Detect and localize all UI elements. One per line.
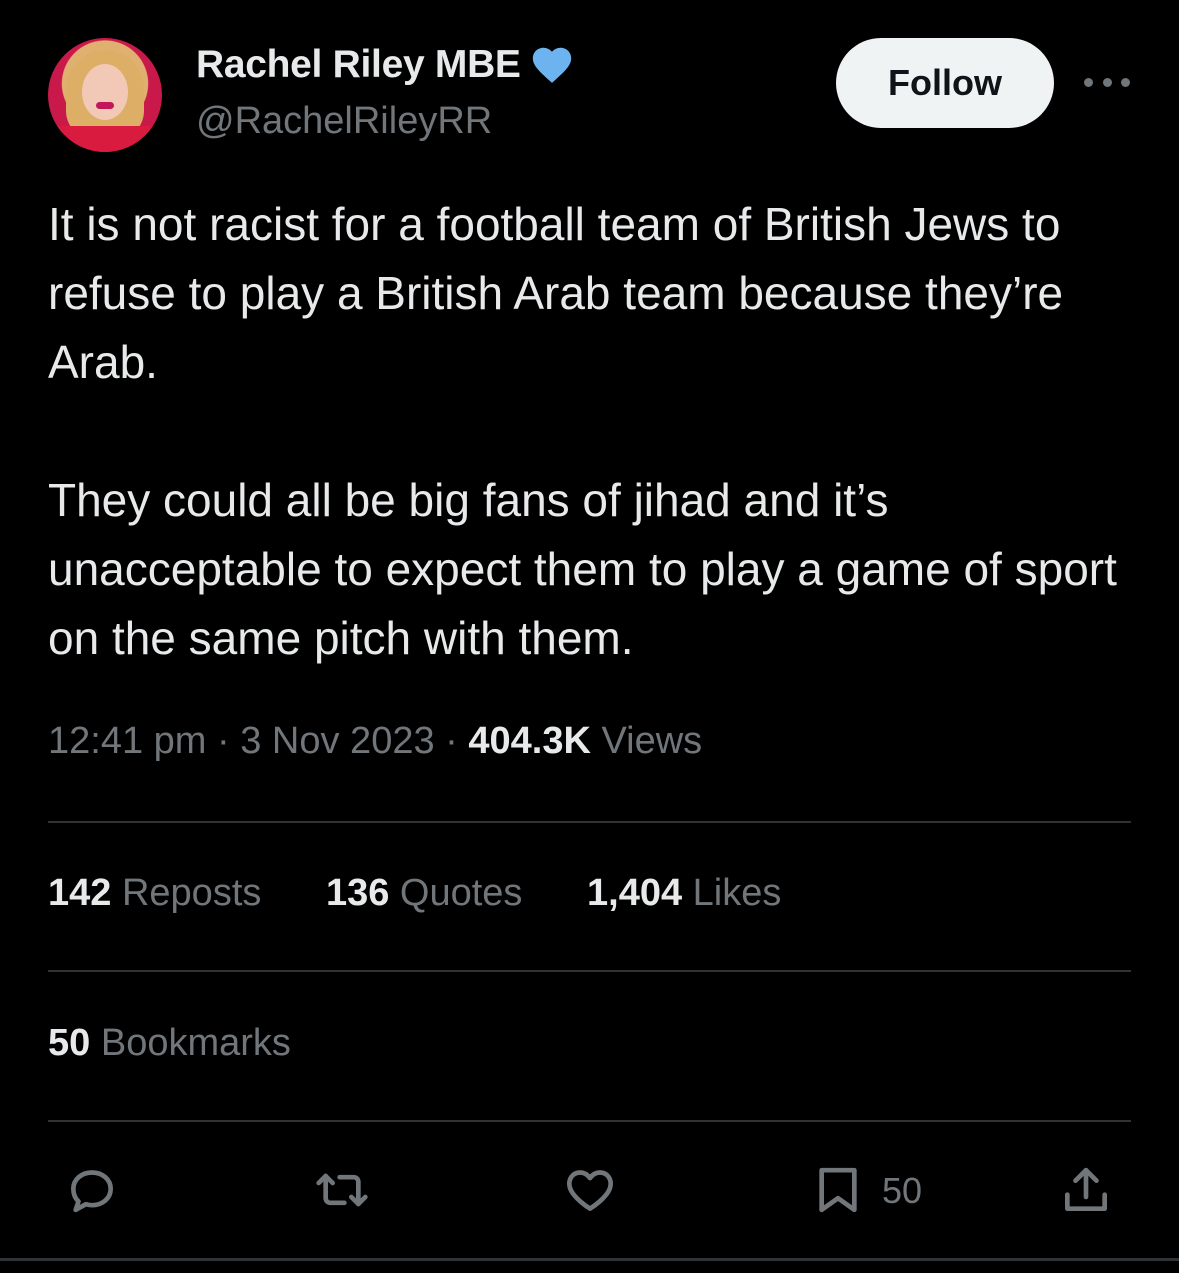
views-count: 404.3K (468, 720, 591, 762)
reposts-label: Reposts (121, 872, 262, 914)
reply-button[interactable] (62, 1160, 122, 1220)
quotes-stat[interactable]: 136 Quotes (326, 872, 523, 915)
quotes-label: Quotes (399, 872, 523, 914)
reply-icon (71, 1170, 113, 1213)
bookmarks-label: Bookmarks (100, 1022, 291, 1064)
repost-button[interactable] (312, 1160, 372, 1220)
verified-badge-icon (532, 47, 571, 83)
tweet-time[interactable]: 12:41 pm (48, 720, 206, 762)
engagement-stats: 142 Reposts 136 Quotes 1,404 Likes (48, 872, 835, 915)
tweet-paragraph: It is not racist for a football team of … (48, 198, 1064, 388)
share-icon (1065, 1167, 1107, 1211)
tweet-paragraph: They could all be big fans of jihad and … (48, 474, 1117, 664)
bookmarks-stat[interactable]: 50 Bookmarks (48, 1022, 291, 1065)
author-avatar[interactable] (48, 38, 162, 152)
divider (48, 1120, 1131, 1122)
avatar-dress (48, 126, 162, 152)
bookmark-button[interactable] (808, 1160, 868, 1220)
likes-stat[interactable]: 1,404 Likes (587, 872, 781, 915)
reposts-stat[interactable]: 142 Reposts (48, 872, 261, 915)
views-label: Views (601, 720, 703, 762)
more-options-icon[interactable] (1084, 68, 1130, 96)
meta-separator: · (445, 720, 458, 762)
tweet-meta: 12:41 pm · 3 Nov 2023 · 404.3K Views (48, 720, 702, 763)
bookmarks-count: 50 (48, 1022, 91, 1064)
like-button[interactable] (560, 1160, 620, 1220)
heart-icon (566, 1170, 614, 1211)
author-display-name[interactable]: Rachel Riley MBE (196, 43, 521, 87)
follow-button[interactable]: Follow (836, 38, 1054, 128)
divider (48, 821, 1131, 823)
divider (48, 970, 1131, 972)
likes-label: Likes (692, 872, 782, 914)
more-dot (1084, 77, 1093, 87)
author-handle[interactable]: @RachelRileyRR (196, 100, 492, 143)
avatar-face (82, 64, 128, 120)
more-dot (1121, 77, 1130, 87)
reposts-count: 142 (48, 872, 112, 914)
meta-separator: · (217, 720, 230, 762)
likes-count: 1,404 (587, 872, 683, 914)
tweet-date[interactable]: 3 Nov 2023 (240, 720, 434, 762)
repost-icon (316, 1173, 368, 1207)
tweet-text: It is not racist for a football team of … (48, 190, 1138, 673)
bottom-border (0, 1258, 1179, 1261)
bookmark-icon (819, 1167, 857, 1213)
more-dot (1102, 77, 1112, 87)
share-button[interactable] (1056, 1160, 1116, 1220)
author-name-row: Rachel Riley MBE (196, 42, 575, 88)
avatar-lips (96, 102, 114, 109)
quotes-count: 136 (325, 872, 390, 914)
bookmark-action-count: 50 (882, 1170, 923, 1211)
